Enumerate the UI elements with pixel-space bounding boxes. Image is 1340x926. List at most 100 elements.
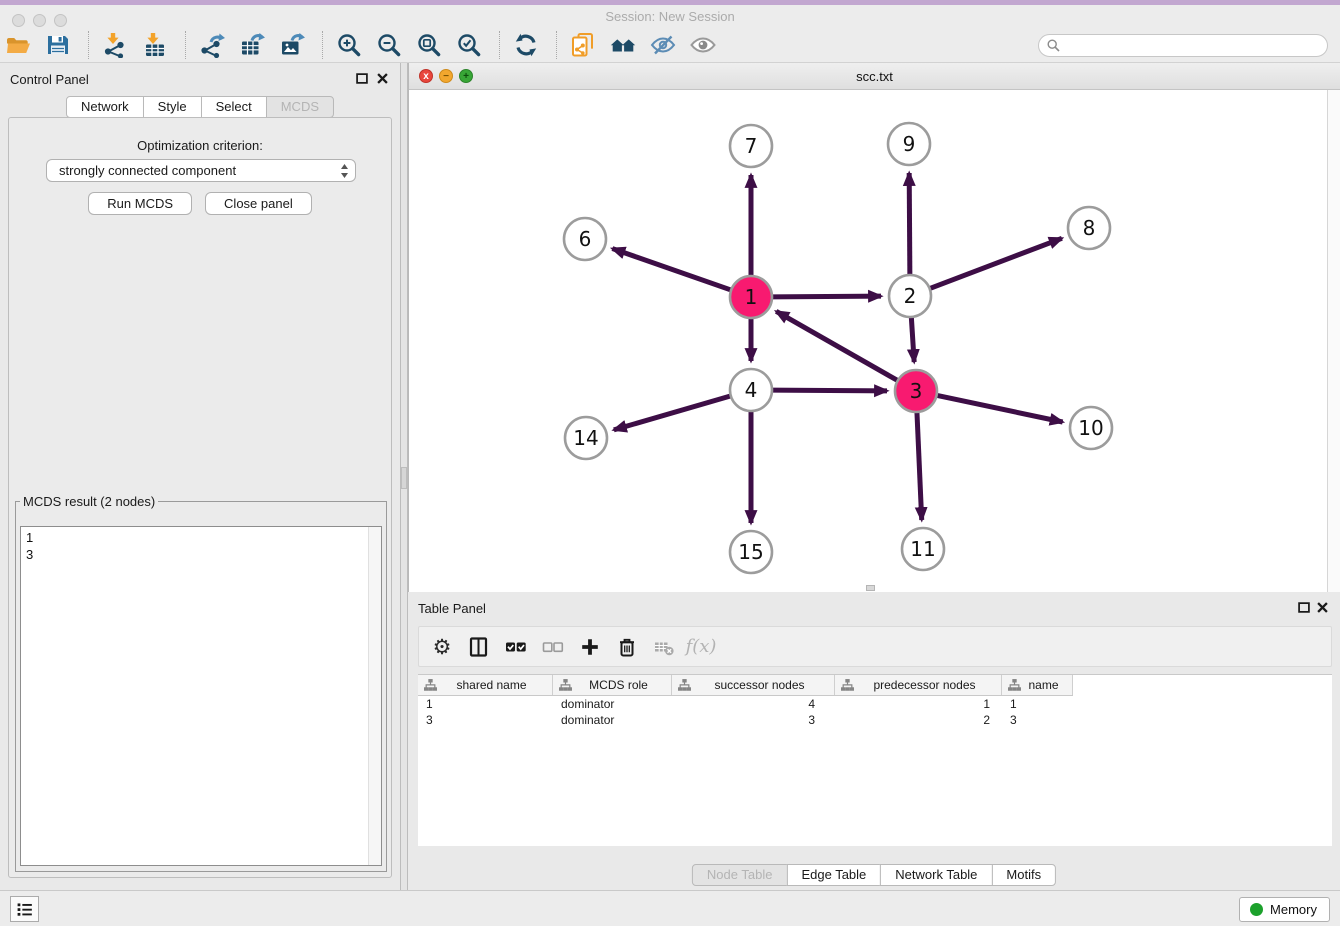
node-label: 2: [904, 284, 917, 308]
zoom-fit-button[interactable]: [414, 30, 448, 60]
main-toolbar: [0, 28, 1340, 63]
home-layout-button[interactable]: [608, 30, 642, 60]
control-panel-tabs: NetworkStyleSelectMCDS: [66, 96, 334, 118]
import-network-button[interactable]: [100, 30, 134, 60]
graph-node-4[interactable]: 4: [730, 369, 772, 411]
export-table-button[interactable]: [237, 30, 271, 60]
graph-node-2[interactable]: 2: [889, 275, 931, 317]
column-header-name[interactable]: name: [1002, 675, 1073, 695]
edge-2-3[interactable]: [911, 317, 914, 362]
edge-2-8[interactable]: [930, 238, 1062, 288]
export-image-icon: [279, 32, 305, 58]
zoom-in-icon: [336, 32, 362, 58]
run-mcds-button[interactable]: Run MCDS: [88, 192, 192, 215]
tab-motifs[interactable]: Motifs: [991, 864, 1056, 886]
column-header-successor-nodes[interactable]: successor nodes: [672, 675, 835, 695]
table-row[interactable]: 1dominator411: [418, 696, 1332, 712]
export-network-button[interactable]: [197, 30, 231, 60]
save-floppy-icon: [45, 32, 71, 58]
hide-selected-button[interactable]: [648, 30, 682, 60]
horizontal-splitter-grip[interactable]: [866, 585, 875, 591]
select-all-button[interactable]: [501, 632, 531, 662]
edge-3-1[interactable]: [776, 311, 898, 380]
delete-column-button[interactable]: [612, 632, 642, 662]
edge-3-11[interactable]: [917, 412, 922, 520]
export-image-button[interactable]: [277, 30, 311, 60]
graph-node-3[interactable]: 3: [895, 370, 937, 412]
graph-node-7[interactable]: 7: [730, 125, 772, 167]
close-panel-icon[interactable]: [377, 73, 388, 84]
network-graph-canvas[interactable]: 7 9 6 8 1 2 4 3 14 10 15 11: [409, 90, 1328, 592]
save-session-button[interactable]: [43, 30, 77, 60]
search-input[interactable]: [1060, 36, 1327, 55]
tab-select[interactable]: Select: [201, 96, 267, 118]
column-header-shared-name[interactable]: shared name: [418, 675, 553, 695]
graph-node-10[interactable]: 10: [1070, 407, 1112, 449]
result-scrollbar[interactable]: [368, 527, 381, 865]
select-stepper-icon: [340, 163, 349, 179]
unchecked-boxes-icon: [542, 636, 564, 658]
zoom-selected-button[interactable]: [454, 30, 488, 60]
refresh-layout-button[interactable]: [511, 30, 545, 60]
panel-splitter[interactable]: [400, 63, 408, 890]
graph-node-8[interactable]: 8: [1068, 207, 1110, 249]
tab-network-table[interactable]: Network Table: [880, 864, 992, 886]
mcds-panel: Optimization criterion: strongly connect…: [8, 117, 392, 878]
window-title: Session: New Session: [0, 9, 1340, 24]
titlebar: Session: New Session: [0, 5, 1340, 28]
graph-node-14[interactable]: 14: [565, 417, 607, 459]
open-session-button[interactable]: [3, 30, 37, 60]
tab-mcds[interactable]: MCDS: [266, 96, 334, 118]
criterion-select[interactable]: strongly connected component: [46, 159, 356, 182]
delete-table-icon: [653, 636, 675, 658]
table-cell: 1: [835, 696, 1002, 712]
tab-node-table[interactable]: Node Table: [692, 864, 788, 886]
network-vertical-scrollbar[interactable]: [1327, 90, 1340, 592]
column-layout-button[interactable]: [464, 632, 494, 662]
edge-2-9[interactable]: [909, 173, 910, 275]
float-panel-icon[interactable]: [1298, 602, 1310, 613]
graph-node-9[interactable]: 9: [888, 123, 930, 165]
graph-node-11[interactable]: 11: [902, 528, 944, 570]
mcds-result-area[interactable]: 13: [20, 526, 382, 866]
graph-node-1[interactable]: 1: [730, 276, 772, 318]
table-toolbar: ⚙ f(x): [418, 626, 1332, 667]
float-panel-icon[interactable]: [356, 73, 368, 84]
edge-1-2[interactable]: [772, 296, 881, 297]
column-header-mcds-role[interactable]: MCDS role: [553, 675, 672, 695]
graph-node-6[interactable]: 6: [564, 218, 606, 260]
clone-network-button[interactable]: [568, 30, 602, 60]
splitter-grip[interactable]: [401, 467, 407, 489]
memory-button[interactable]: Memory: [1239, 897, 1330, 922]
show-all-button[interactable]: [688, 30, 722, 60]
deselect-all-button[interactable]: [538, 632, 568, 662]
tab-edge-table[interactable]: Edge Table: [786, 864, 881, 886]
add-column-button[interactable]: [575, 632, 605, 662]
close-panel-button[interactable]: Close panel: [205, 192, 312, 215]
table-settings-button[interactable]: ⚙: [427, 632, 457, 662]
node-table: shared nameMCDS rolesuccessor nodesprede…: [418, 674, 1332, 846]
column-type-icon: [678, 679, 691, 691]
node-label: 9: [903, 132, 916, 156]
tab-style[interactable]: Style: [143, 96, 202, 118]
zoom-out-button[interactable]: [374, 30, 408, 60]
zoom-in-button[interactable]: [334, 30, 368, 60]
edge-4-3[interactable]: [772, 390, 887, 391]
edge-3-10[interactable]: [937, 395, 1063, 422]
network-window-titlebar[interactable]: x − + scc.txt: [409, 63, 1340, 90]
table-row[interactable]: 3dominator323: [418, 712, 1332, 728]
table-cell: 1: [418, 696, 553, 712]
column-type-icon: [559, 679, 572, 691]
refresh-icon: [513, 32, 539, 58]
task-history-button[interactable]: [10, 896, 39, 922]
graph-node-15[interactable]: 15: [730, 531, 772, 573]
column-header-predecessor-nodes[interactable]: predecessor nodes: [835, 675, 1002, 695]
import-table-button[interactable]: [140, 30, 174, 60]
tab-network[interactable]: Network: [66, 96, 144, 118]
close-panel-icon[interactable]: [1317, 602, 1328, 613]
delete-table-button[interactable]: [649, 632, 679, 662]
function-builder-button[interactable]: f(x): [686, 632, 716, 662]
edge-4-14[interactable]: [614, 396, 731, 430]
edge-1-6[interactable]: [612, 249, 731, 291]
mcds-result-title: MCDS result (2 nodes): [20, 494, 158, 509]
